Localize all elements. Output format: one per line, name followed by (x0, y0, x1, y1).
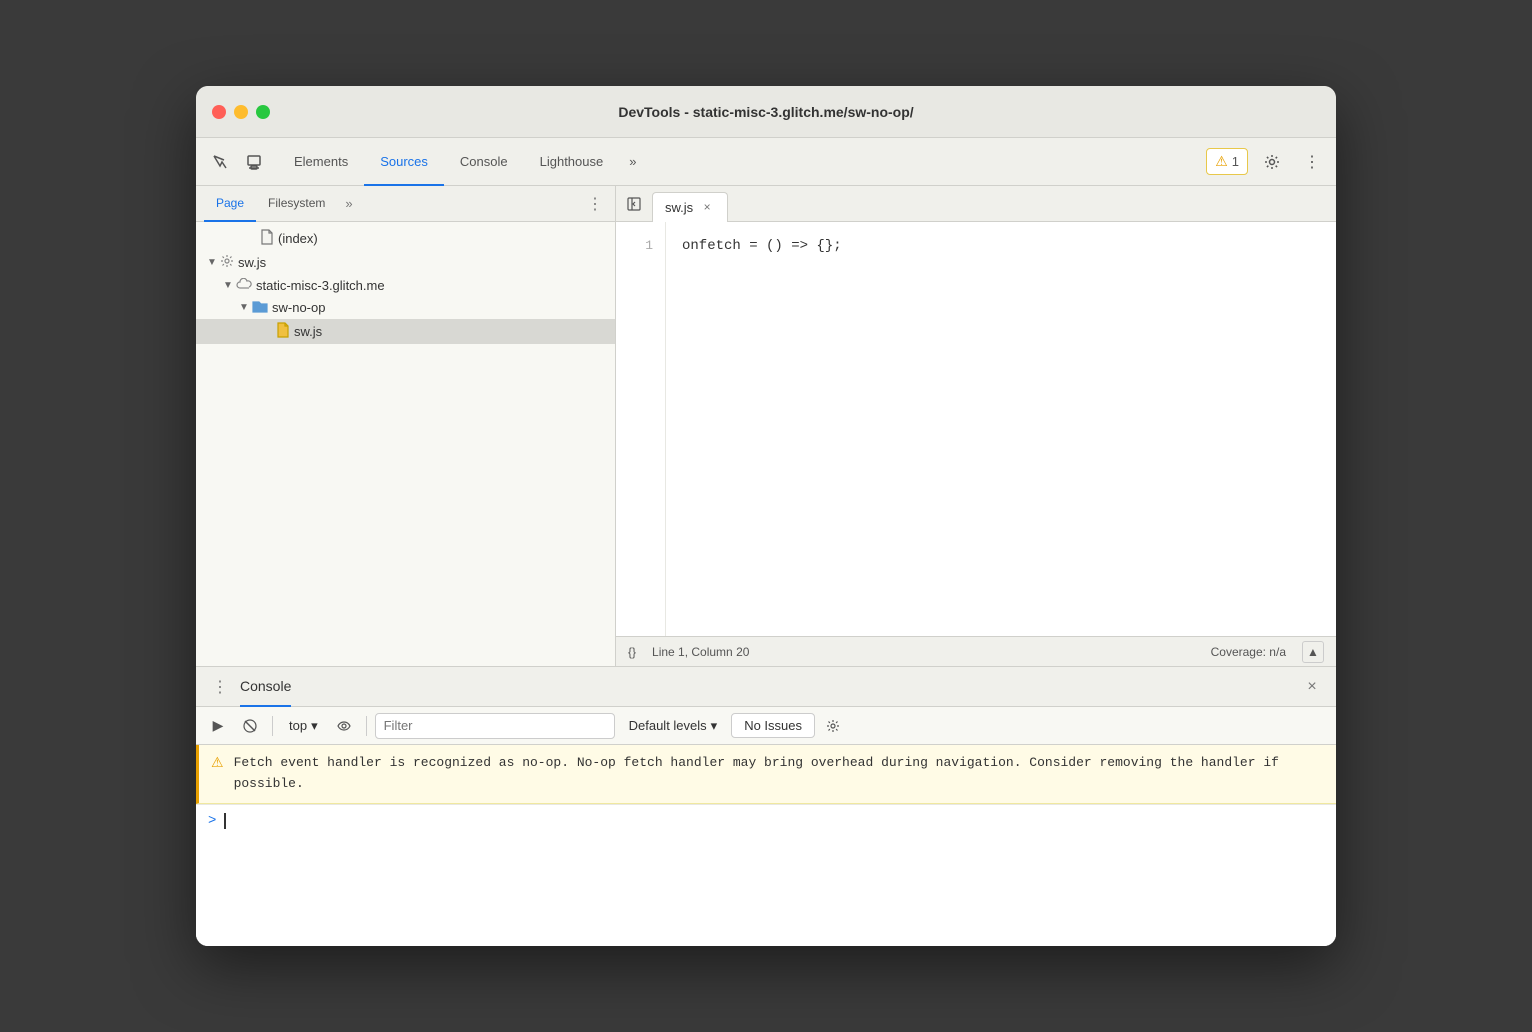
console-content: ⚠ Fetch event handler is recognized as n… (196, 745, 1336, 946)
console-input-row: > (196, 804, 1336, 837)
line-number-1: 1 (616, 234, 665, 257)
tab-page[interactable]: Page (204, 186, 256, 222)
device-icon[interactable] (238, 146, 270, 178)
tree-item-domain[interactable]: ▼ static-misc-3.glitch.me (196, 274, 615, 296)
nav-more-tabs[interactable]: » (619, 138, 646, 186)
tree-arrow: ▼ (236, 302, 252, 313)
editor-tab-close[interactable]: × (699, 199, 715, 215)
editor-status: {} Line 1, Column 20 Coverage: n/a ▲ (616, 636, 1336, 666)
panel-menu-icon[interactable]: ⋮ (583, 192, 607, 216)
right-panel: sw.js × 1 onfetch = () => {}; {} Line 1,… (616, 186, 1336, 666)
tab-sources[interactable]: Sources (364, 138, 444, 186)
tab-elements[interactable]: Elements (278, 138, 364, 186)
format-button[interactable]: {} (628, 645, 636, 659)
tree-item-swjs-file[interactable]: sw.js (196, 319, 615, 344)
nav-icon-group (204, 146, 270, 178)
tree-item-swnoopfolder[interactable]: ▼ sw-no-op (196, 296, 615, 319)
maximize-button[interactable] (256, 105, 270, 119)
devtools-window: DevTools - static-misc-3.glitch.me/sw-no… (196, 86, 1336, 946)
context-selector[interactable]: top ▾ (281, 714, 326, 738)
devtools-nav: Elements Sources Console Lighthouse » ⚠ … (196, 138, 1336, 186)
tab-console[interactable]: Console (444, 138, 524, 186)
doc-icon (260, 229, 274, 248)
toolbar-separator (272, 716, 273, 736)
levels-dropdown[interactable]: Default levels ▾ (619, 714, 728, 738)
devtools-main: Page Filesystem » ⋮ (196, 186, 1336, 666)
tab-filesystem[interactable]: Filesystem (256, 186, 337, 222)
filter-input[interactable] (375, 713, 615, 739)
tree-item-swjs-root[interactable]: ▼ sw.js (196, 251, 615, 274)
toolbar-separator-2 (366, 716, 367, 736)
coverage-status: Coverage: n/a (1211, 645, 1286, 659)
warning-text: Fetch event handler is recognized as no-… (234, 753, 1324, 795)
console-header: ⋮ Console × (196, 667, 1336, 707)
tree-item-index[interactable]: (index) (196, 226, 615, 251)
run-script-button[interactable]: ▶ (204, 712, 232, 740)
console-toolbar: ▶ top ▾ Default levels (196, 707, 1336, 745)
left-panel: Page Filesystem » ⋮ (196, 186, 616, 666)
console-prompt: > (208, 813, 216, 829)
panel-tab-more[interactable]: » (337, 192, 360, 215)
issues-button[interactable]: No Issues (731, 713, 815, 738)
console-cursor (224, 813, 226, 829)
scroll-to-top-button[interactable]: ▲ (1302, 641, 1324, 663)
cursor-position: Line 1, Column 20 (652, 645, 749, 659)
code-content[interactable]: onfetch = () => {}; (666, 222, 1336, 636)
bottom-panel: ⋮ Console × ▶ top ▾ (196, 666, 1336, 946)
window-controls (212, 105, 270, 119)
tab-lighthouse[interactable]: Lighthouse (524, 138, 620, 186)
file-tree: (index) ▼ sw.js (196, 222, 615, 666)
clear-console-button[interactable] (236, 712, 264, 740)
settings-icon[interactable] (1256, 146, 1288, 178)
tree-arrow: ▼ (204, 257, 220, 268)
warning-message: ⚠ Fetch event handler is recognized as n… (196, 745, 1336, 804)
eye-icon[interactable] (330, 712, 358, 740)
console-menu-icon[interactable]: ⋮ (208, 675, 232, 699)
line-numbers: 1 (616, 222, 666, 636)
warning-icon: ⚠ (1215, 153, 1228, 170)
inspect-icon[interactable] (204, 146, 236, 178)
more-menu-icon[interactable]: ⋮ (1296, 146, 1328, 178)
folder-icon (252, 299, 268, 316)
title-bar: DevTools - static-misc-3.glitch.me/sw-no… (196, 86, 1336, 138)
warning-badge[interactable]: ⚠ 1 (1206, 148, 1248, 175)
editor-tabs: sw.js × (616, 186, 1336, 222)
gear-icon (220, 254, 234, 271)
warn-triangle-icon: ⚠ (211, 754, 224, 771)
close-button[interactable] (212, 105, 226, 119)
console-title: Console (240, 667, 291, 707)
console-close-button[interactable]: × (1300, 675, 1324, 699)
editor-tab-swjs[interactable]: sw.js × (652, 192, 728, 222)
cloud-icon (236, 277, 252, 293)
editor-sidebar-toggle[interactable] (620, 190, 648, 218)
code-area: 1 onfetch = () => {}; (616, 222, 1336, 636)
js-file-icon (276, 322, 290, 341)
tree-arrow: ▼ (220, 280, 236, 291)
status-right: Coverage: n/a ▲ (1211, 641, 1324, 663)
console-settings-icon[interactable] (819, 712, 847, 740)
nav-right-controls: ⚠ 1 ⋮ (1206, 146, 1328, 178)
panel-tabs: Page Filesystem » ⋮ (196, 186, 615, 222)
minimize-button[interactable] (234, 105, 248, 119)
window-title: DevTools - static-misc-3.glitch.me/sw-no… (618, 104, 913, 120)
